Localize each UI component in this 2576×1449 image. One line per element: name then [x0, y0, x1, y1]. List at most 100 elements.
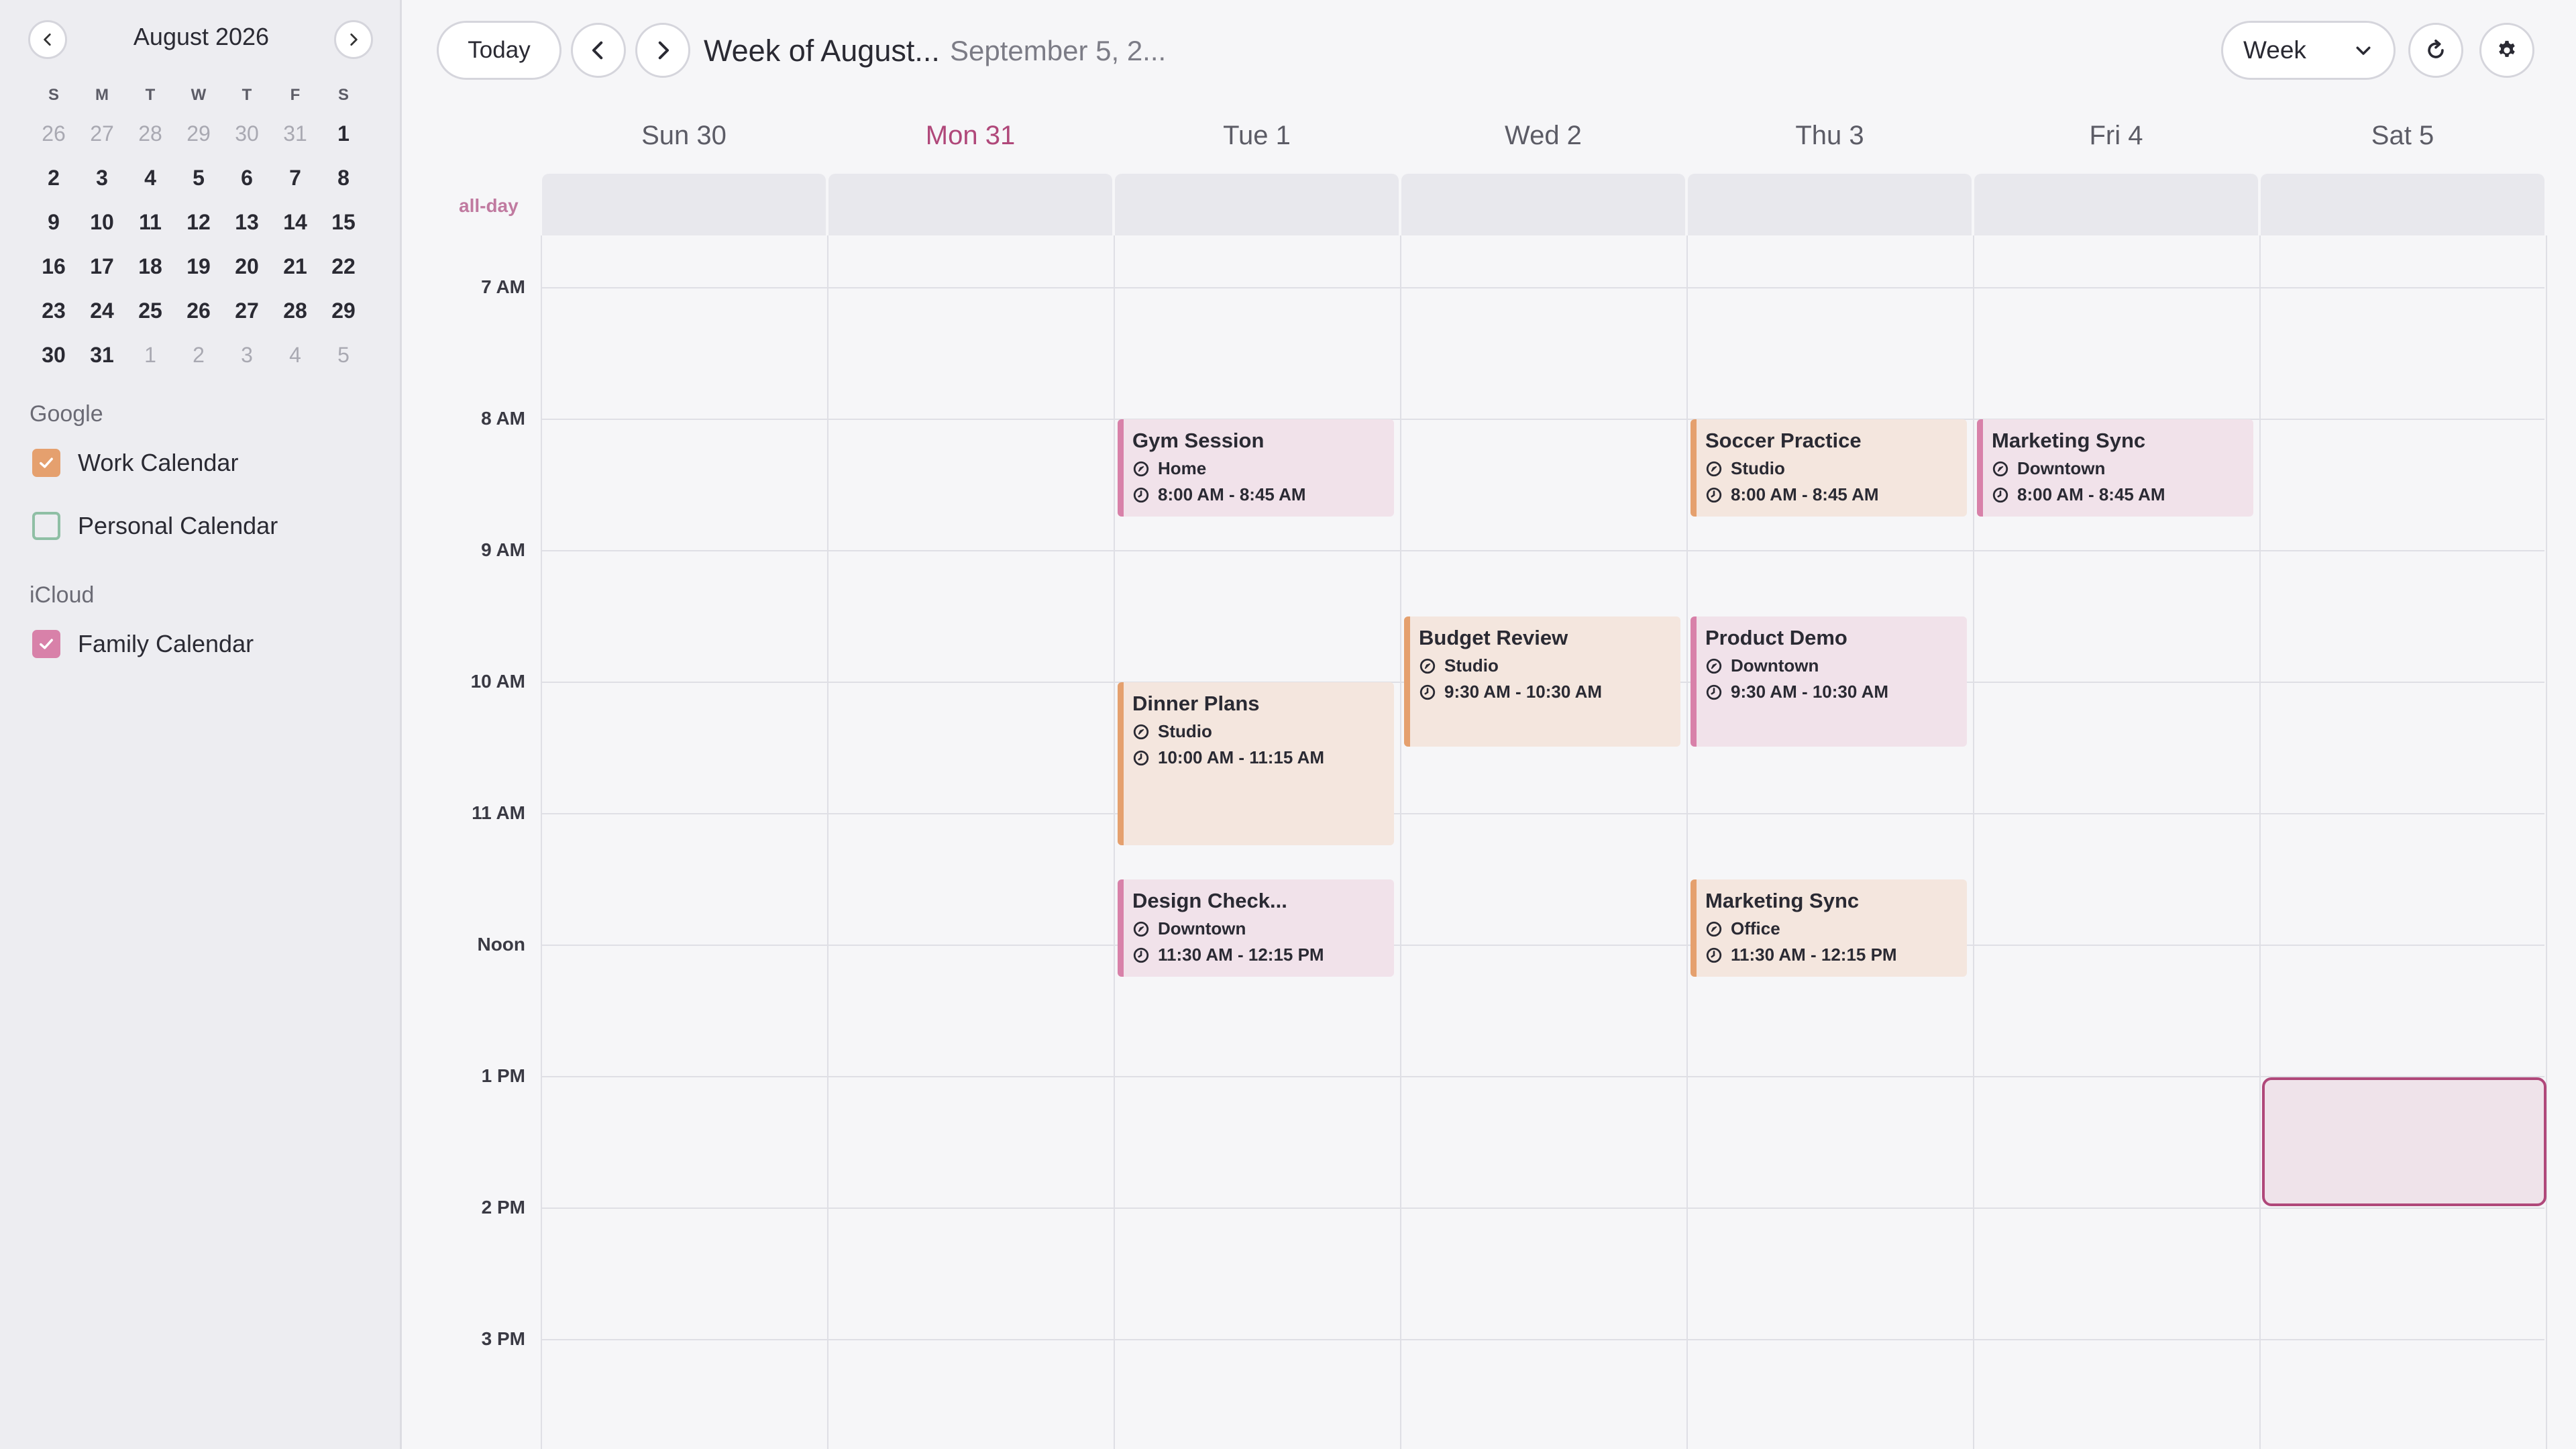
mini-weekday-label: F	[290, 86, 301, 104]
hour-gridline	[541, 813, 2544, 814]
mini-calendar-day[interactable]: 17	[78, 244, 126, 288]
mini-calendar-day[interactable]: 12	[174, 200, 223, 244]
refresh-icon	[2428, 39, 2444, 58]
event-location-row: Downtown	[1132, 918, 1394, 939]
mini-calendar-day[interactable]: 24	[78, 288, 126, 333]
all-day-cell[interactable]	[1115, 174, 1399, 235]
refresh-button[interactable]	[2408, 23, 2463, 78]
mini-calendar-day[interactable]: 15	[319, 200, 368, 244]
day-column-header[interactable]: Tue 1	[1114, 121, 1400, 151]
event-title: Product Demo	[1705, 626, 1847, 649]
mini-calendar-day[interactable]: 20	[223, 244, 271, 288]
mini-calendar-day[interactable]: 5	[319, 333, 368, 377]
mini-calendar-day[interactable]: 2	[174, 333, 223, 377]
calendar-name: Personal Calendar	[78, 512, 278, 539]
mini-calendar-day[interactable]: 1	[126, 333, 174, 377]
mini-calendar-day[interactable]: 5	[174, 156, 223, 200]
hour-gridline	[541, 1076, 2544, 1077]
event-card[interactable]: Dinner Plans Studio 10:00 AM - 11:15 AM	[1118, 682, 1394, 845]
mini-calendar-day[interactable]: 6	[223, 156, 271, 200]
mini-calendar-day[interactable]: 22	[319, 244, 368, 288]
mini-calendar-day[interactable]: 11	[126, 200, 174, 244]
all-day-cell[interactable]	[1688, 174, 1972, 235]
mini-calendar-day[interactable]: 27	[78, 111, 126, 156]
mini-calendar-day[interactable]: 1	[319, 111, 368, 156]
mini-calendar-day[interactable]: 29	[174, 111, 223, 156]
mini-calendar-day[interactable]: 26	[174, 288, 223, 333]
mini-calendar-day[interactable]: 18	[126, 244, 174, 288]
hour-gridline	[541, 550, 2544, 551]
mini-calendar-day[interactable]: 9	[30, 200, 78, 244]
prev-week-button[interactable]	[571, 23, 626, 78]
clock-icon	[1133, 947, 1149, 963]
event-location-row: Downtown	[1705, 655, 1967, 676]
calendar-toggle-row[interactable]: Personal Calendar	[32, 506, 278, 546]
mini-calendar-day[interactable]: 3	[78, 156, 126, 200]
mini-prev-month-button[interactable]	[28, 20, 67, 59]
mini-calendar-day[interactable]: 25	[126, 288, 174, 333]
location-icon	[1133, 724, 1149, 739]
column-divider	[827, 235, 828, 1449]
all-day-cell[interactable]	[828, 174, 1112, 235]
mini-calendar-day[interactable]: 19	[174, 244, 223, 288]
event-card[interactable]: Product Demo Downtown 9:30 AM - 10:30 AM	[1690, 616, 1967, 747]
day-column-header[interactable]: Mon 31	[827, 121, 1114, 151]
calendar-name: Work Calendar	[78, 449, 239, 476]
event-card[interactable]: Marketing Sync Downtown 8:00 AM - 8:45 AM	[1977, 419, 2253, 517]
day-column-header[interactable]: Sun 30	[541, 121, 827, 151]
event-card[interactable]: Gym Session Home 8:00 AM - 8:45 AM	[1118, 419, 1394, 517]
mini-calendar-day[interactable]: 8	[319, 156, 368, 200]
mini-calendar-day[interactable]: 27	[223, 288, 271, 333]
column-divider	[2259, 235, 2261, 1449]
calendar-checkbox[interactable]	[32, 512, 60, 540]
event-card[interactable]: Budget Review Studio 9:30 AM - 10:30 AM	[1404, 616, 1680, 747]
mini-calendar-day[interactable]: 31	[271, 111, 319, 156]
mini-calendar-day[interactable]: 4	[271, 333, 319, 377]
today-button[interactable]: Today	[437, 21, 561, 80]
mini-calendar-day[interactable]: 16	[30, 244, 78, 288]
mini-calendar-day[interactable]: 30	[30, 333, 78, 377]
location-icon	[1706, 921, 1722, 936]
mini-next-month-button[interactable]	[334, 20, 373, 59]
mini-calendar-day[interactable]: 28	[126, 111, 174, 156]
calendar-toggle-row[interactable]: Family Calendar	[32, 624, 254, 664]
mini-calendar-day[interactable]: 30	[223, 111, 271, 156]
calendar-toggle-row[interactable]: Work Calendar	[32, 443, 238, 483]
day-column-header[interactable]: Sat 5	[2259, 121, 2546, 151]
mini-weekday-label: S	[337, 86, 349, 104]
mini-calendar-day[interactable]: 29	[319, 288, 368, 333]
mini-calendar-day[interactable]: 10	[78, 200, 126, 244]
time-slot-selection[interactable]	[2262, 1077, 2546, 1206]
day-column-header[interactable]: Fri 4	[1973, 121, 2259, 151]
mini-calendar-day[interactable]: 21	[271, 244, 319, 288]
mini-calendar-day[interactable]: 3	[223, 333, 271, 377]
mini-calendar-day[interactable]: 13	[223, 200, 271, 244]
mini-calendar-day[interactable]: 7	[271, 156, 319, 200]
mini-calendar-day[interactable]: 2	[30, 156, 78, 200]
event-card[interactable]: Marketing Sync Office 11:30 AM - 12:15 PM	[1690, 879, 1967, 977]
mini-calendar-day[interactable]: 26	[30, 111, 78, 156]
settings-button[interactable]	[2479, 23, 2534, 78]
mini-weekday-label: T	[145, 86, 156, 104]
location-icon	[1133, 461, 1149, 476]
day-column-header[interactable]: Thu 3	[1686, 121, 1973, 151]
mini-calendar-day[interactable]: 4	[126, 156, 174, 200]
event-title: Gym Session	[1132, 429, 1265, 452]
day-column-header[interactable]: Wed 2	[1400, 121, 1686, 151]
all-day-cell[interactable]	[1974, 174, 2258, 235]
mini-calendar-day[interactable]: 14	[271, 200, 319, 244]
mini-calendar-day[interactable]: 23	[30, 288, 78, 333]
next-week-button[interactable]	[635, 23, 690, 78]
calendar-checkbox[interactable]	[32, 449, 60, 477]
all-day-cell[interactable]	[2261, 174, 2544, 235]
mini-calendar-day[interactable]: 31	[78, 333, 126, 377]
event-card[interactable]: Design Check... Downtown 11:30 AM - 12:15 …	[1118, 879, 1394, 977]
all-day-cell[interactable]	[542, 174, 826, 235]
column-divider	[1973, 235, 1974, 1449]
clock-icon	[1133, 487, 1149, 502]
view-selector[interactable]: Week	[2221, 21, 2396, 80]
event-card[interactable]: Soccer Practice Studio 8:00 AM - 8:45 AM	[1690, 419, 1967, 517]
all-day-cell[interactable]	[1401, 174, 1685, 235]
mini-calendar-day[interactable]: 28	[271, 288, 319, 333]
calendar-checkbox[interactable]	[32, 630, 60, 658]
